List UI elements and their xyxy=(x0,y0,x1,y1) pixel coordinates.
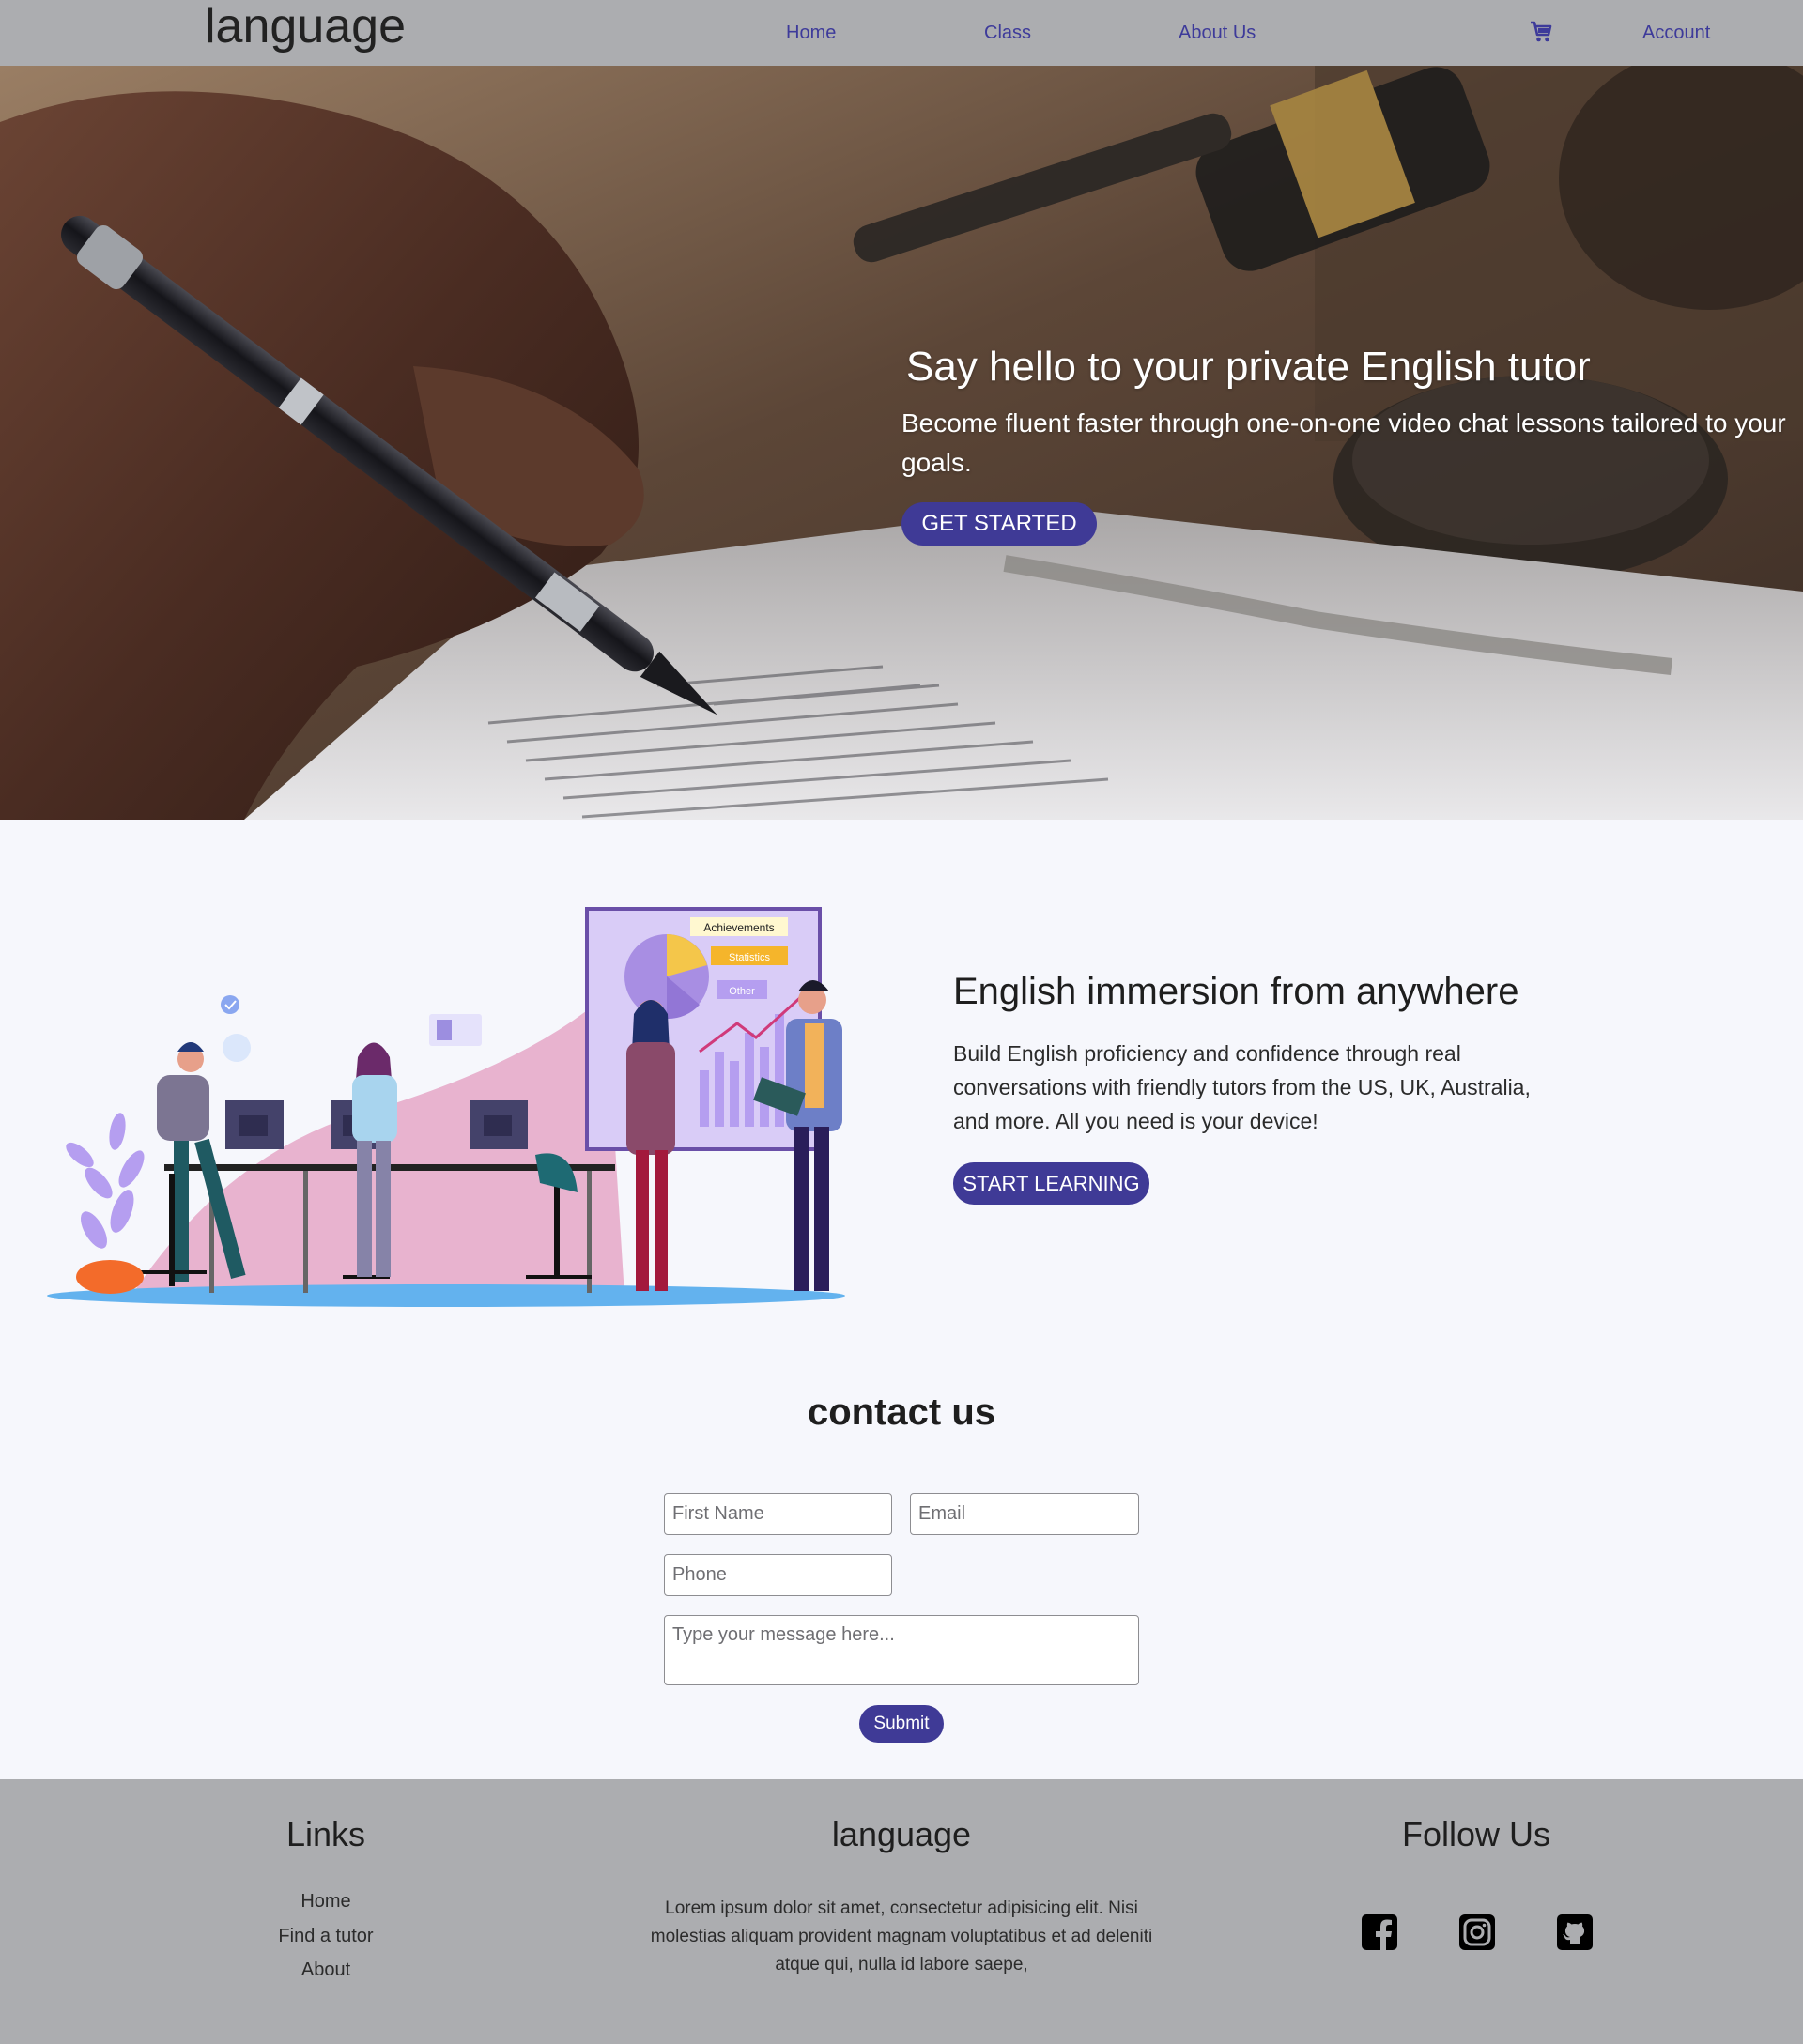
office-illustration: Achievements Statistics Other xyxy=(47,907,845,1307)
nav-about-link[interactable]: About Us xyxy=(1179,21,1256,45)
message-textarea[interactable] xyxy=(664,1615,1139,1685)
footer-links-heading: Links xyxy=(285,1815,366,1853)
contact-title: contact us xyxy=(807,1391,996,1433)
github-icon[interactable] xyxy=(1557,1914,1593,1950)
immersion-description: Build English proficiency and confidence… xyxy=(953,1041,1531,1133)
phone-input[interactable] xyxy=(664,1554,892,1596)
brand-logo[interactable]: language xyxy=(205,0,406,56)
hero-subtitle: Become fluent faster through one-on-one … xyxy=(902,408,1786,477)
nav-account-link[interactable]: Account xyxy=(1642,21,1710,45)
footer: Links Home Find a tutor About language L… xyxy=(0,1779,1803,2044)
footer-link-home[interactable]: Home xyxy=(232,1889,420,1913)
facebook-icon[interactable] xyxy=(1362,1914,1397,1950)
immersion-title: English immersion from anywhere xyxy=(953,971,1519,1012)
instagram-icon[interactable] xyxy=(1459,1914,1495,1950)
statistics-label: Statistics xyxy=(729,952,771,963)
first-name-input[interactable] xyxy=(664,1493,892,1535)
start-learning-button[interactable]: START LEARNING xyxy=(953,1162,1149,1205)
hero-title: Say hello to your private English tutor xyxy=(906,344,1591,390)
cart-icon[interactable] xyxy=(1529,19,1553,45)
footer-link-about[interactable]: About xyxy=(232,1958,420,1982)
navbar: language Home Class About Us Account xyxy=(0,0,1803,66)
nav-class-link[interactable]: Class xyxy=(984,21,1031,45)
nav-home-link[interactable]: Home xyxy=(786,21,836,45)
footer-follow-heading: Follow Us xyxy=(1401,1815,1551,1853)
get-started-button[interactable]: GET STARTED xyxy=(902,502,1097,546)
hero-section: Say hello to your private English tutor … xyxy=(0,66,1803,820)
other-label: Other xyxy=(729,986,755,997)
email-input[interactable] xyxy=(910,1493,1139,1535)
achievements-label: Achievements xyxy=(703,921,774,934)
submit-button[interactable]: Submit xyxy=(859,1705,944,1743)
footer-description: Lorem ipsum dolor sit amet, consectetur … xyxy=(650,1898,1153,1975)
footer-brand-heading: language xyxy=(831,1815,972,1853)
footer-link-find-tutor[interactable]: Find a tutor xyxy=(232,1924,420,1948)
